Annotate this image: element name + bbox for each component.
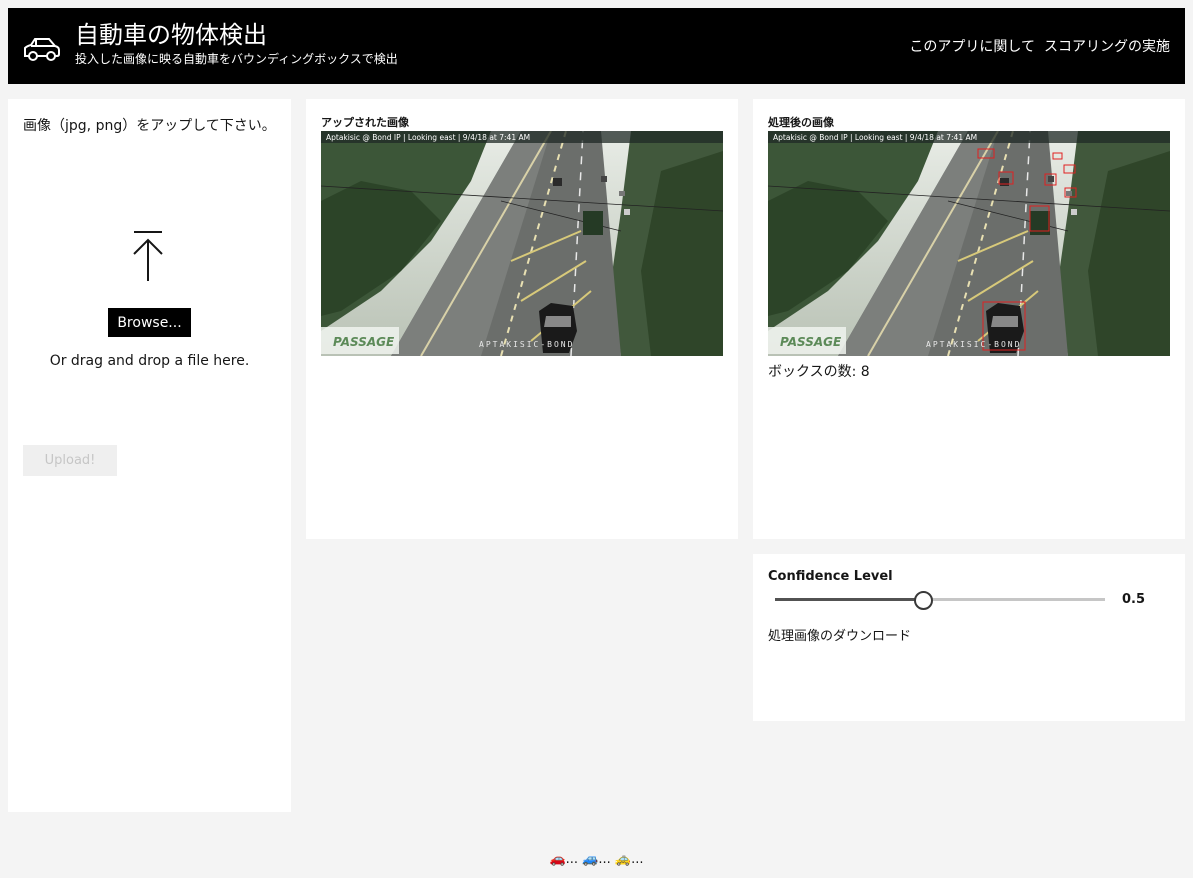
app-header: 自動車の物体検出 投入した画像に映る自動車をバウンディングボックスで検出 このア…: [8, 8, 1185, 84]
processed-image-panel: 処理後の画像 Aptakisic @ Bond IP | Looking eas…: [753, 99, 1185, 539]
uploaded-road-text: APTAKISIC-BOND: [479, 340, 574, 349]
browse-button[interactable]: Browse...: [108, 308, 191, 337]
processed-watermark: PASSAGE: [780, 335, 842, 349]
slider-fill: [775, 598, 923, 601]
header-nav: このアプリに関して スコアリングの実施: [909, 36, 1170, 56]
confidence-slider[interactable]: [775, 590, 1107, 610]
nav-about-link[interactable]: このアプリに関して: [909, 36, 1035, 56]
upload-prompt: 画像（jpg, png）をアップして下さい。: [23, 118, 276, 134]
processed-image-label: 処理後の画像: [768, 116, 834, 129]
uploaded-image-label: アップされた画像: [321, 116, 409, 129]
app-title: 自動車の物体検出: [75, 21, 267, 49]
nav-scoring-link[interactable]: スコアリングの実施: [1044, 36, 1170, 56]
controls-panel: Confidence Level 0.5 処理画像のダウンロード: [753, 554, 1185, 721]
processed-road-text: APTAKISIC-BOND: [926, 340, 1021, 349]
footer-emoji: 🚗... 🚙... 🚕...: [549, 852, 644, 867]
download-link[interactable]: 処理画像のダウンロード: [768, 625, 911, 644]
uploaded-image-panel: アップされた画像 Aptakisic @ Bond IP | Looking e…: [306, 99, 738, 539]
upload-button[interactable]: Upload!: [23, 445, 117, 476]
confidence-label: Confidence Level: [768, 569, 893, 584]
processed-image: Aptakisic @ Bond IP | Looking east | 9/4…: [768, 131, 1170, 356]
app-subtitle: 投入した画像に映る自動車をバウンディングボックスで検出: [75, 52, 398, 66]
processed-caption: Aptakisic @ Bond IP | Looking east | 9/4…: [773, 133, 977, 142]
slider-thumb[interactable]: [914, 591, 933, 610]
uploaded-image: Aptakisic @ Bond IP | Looking east | 9/4…: [321, 131, 723, 356]
upload-arrow-icon: [133, 231, 163, 281]
drop-zone-text[interactable]: Or drag and drop a file here.: [8, 353, 291, 369]
box-count: ボックスの数: 8: [768, 364, 870, 380]
uploaded-caption: Aptakisic @ Bond IP | Looking east | 9/4…: [326, 133, 530, 142]
car-icon: [24, 38, 60, 61]
confidence-value: 0.5: [1122, 592, 1146, 607]
upload-panel: 画像（jpg, png）をアップして下さい。 Browse... Or drag…: [8, 99, 291, 812]
uploaded-watermark: PASSAGE: [333, 335, 395, 349]
